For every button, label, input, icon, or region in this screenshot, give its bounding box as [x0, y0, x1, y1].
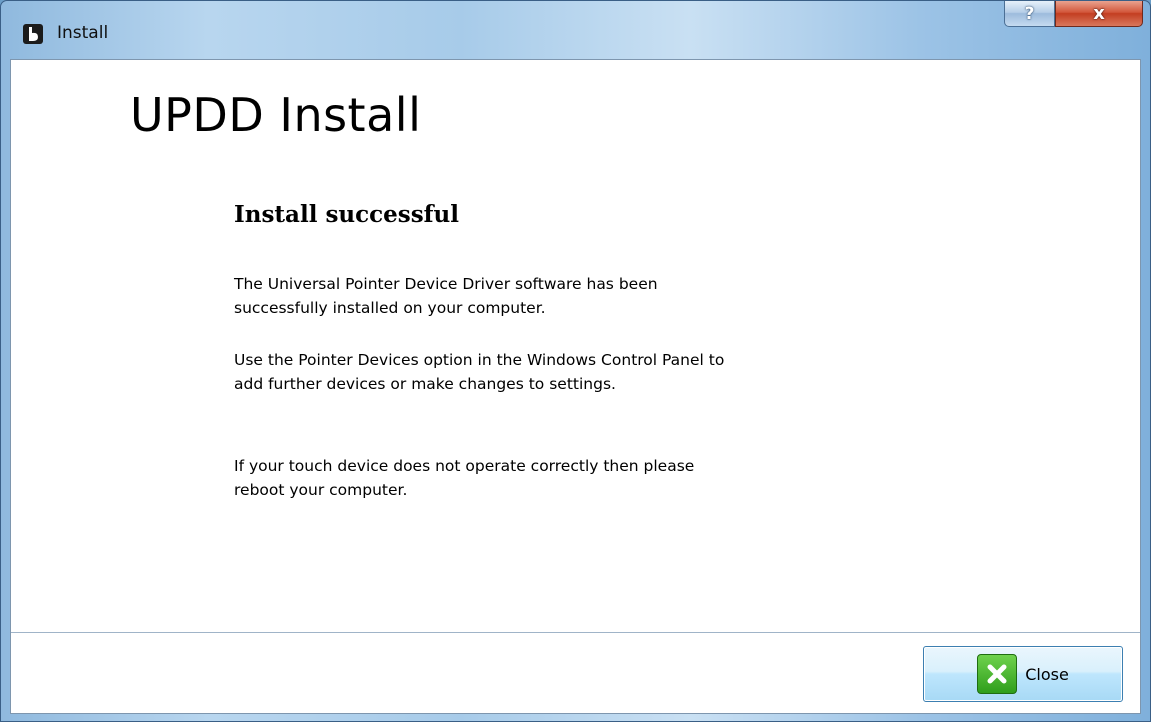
control-panel-instructions: Use the Pointer Devices option in the Wi… [234, 351, 725, 393]
green-x-icon [977, 654, 1018, 694]
window-close-button[interactable]: x [1055, 1, 1143, 27]
help-button[interactable]: ? [1004, 1, 1055, 27]
close-button-label: Close [1025, 664, 1069, 684]
dialog-content: UPDD Install Install successful The Univ… [10, 59, 1141, 714]
window-title: Install [57, 23, 109, 43]
close-button[interactable]: Close [923, 646, 1123, 702]
page-title: UPDD Install [130, 88, 422, 142]
success-message: The Universal Pointer Device Driver soft… [234, 275, 658, 317]
status-heading: Install successful [234, 201, 460, 228]
reboot-instructions: If your touch device does not operate co… [234, 457, 695, 499]
app-icon [23, 24, 43, 44]
install-window: Install ? x UPDD Install Install success… [0, 0, 1151, 722]
title-bar[interactable]: Install ? x [1, 1, 1150, 59]
